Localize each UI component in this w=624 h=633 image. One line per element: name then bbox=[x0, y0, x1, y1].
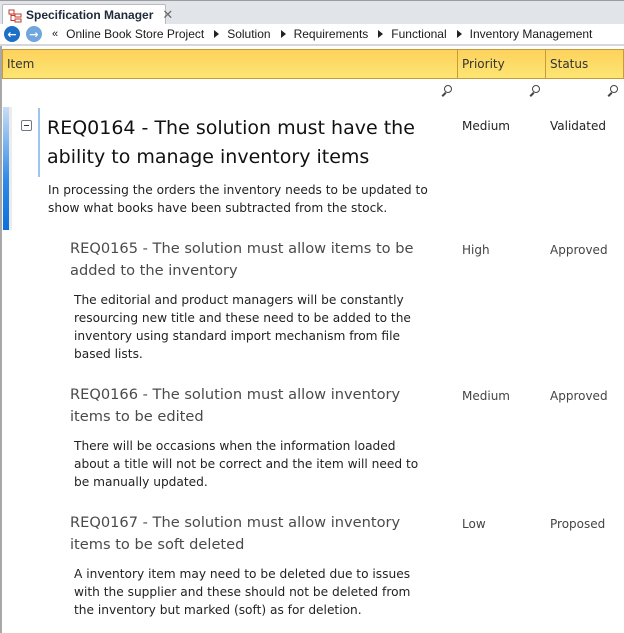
column-header-item[interactable]: Item bbox=[2, 50, 458, 78]
breadcrumb-item[interactable]: Functional bbox=[378, 27, 447, 41]
requirement-title[interactable]: REQ0164 - The solution must have the abi… bbox=[47, 114, 447, 172]
requirement-status[interactable]: Approved bbox=[550, 243, 608, 257]
column-header-status[interactable]: Status bbox=[546, 50, 624, 78]
tab-specification-manager[interactable]: Specification Manager ✕ bbox=[2, 4, 173, 25]
breadcrumb-label: Functional bbox=[391, 27, 447, 41]
requirement-description[interactable]: A inventory item may need to be deleted … bbox=[74, 565, 434, 619]
back-button[interactable]: ← bbox=[4, 26, 20, 42]
item-filter[interactable] bbox=[2, 80, 458, 102]
breadcrumb-item[interactable]: Online Book Store Project bbox=[66, 27, 204, 41]
collapse-toggle-icon[interactable] bbox=[21, 120, 32, 131]
requirement-priority[interactable]: Low bbox=[462, 517, 486, 531]
requirement-title[interactable]: REQ0166 - The solution must allow invent… bbox=[70, 384, 442, 428]
breadcrumb: « Online Book Store Project Solution Req… bbox=[52, 27, 602, 41]
breadcrumb-overflow-button[interactable]: « bbox=[52, 28, 58, 40]
navigation-bar: ← → « Online Book Store Project Solution… bbox=[0, 24, 624, 46]
breadcrumb-item[interactable]: Solution bbox=[214, 27, 271, 41]
requirement-priority[interactable]: High bbox=[462, 243, 490, 257]
requirement-priority[interactable]: Medium bbox=[462, 119, 510, 133]
column-header-priority[interactable]: Priority bbox=[458, 50, 546, 78]
breadcrumb-label: Online Book Store Project bbox=[66, 27, 205, 41]
breadcrumb-label: Requirements bbox=[293, 27, 369, 41]
breadcrumb-arrow-icon[interactable] bbox=[456, 30, 462, 38]
selection-indicator-shadow bbox=[9, 107, 12, 230]
requirement-title[interactable]: REQ0167 - The solution must allow invent… bbox=[70, 512, 442, 556]
breadcrumb-arrow-icon[interactable] bbox=[378, 30, 384, 38]
forward-button[interactable]: → bbox=[26, 26, 42, 42]
requirement-description[interactable]: In processing the orders the inventory n… bbox=[48, 181, 448, 217]
breadcrumb-item[interactable]: Inventory Management bbox=[456, 27, 593, 41]
priority-filter[interactable] bbox=[458, 80, 546, 102]
close-icon[interactable]: ✕ bbox=[162, 8, 173, 23]
search-icon[interactable] bbox=[608, 85, 618, 97]
document-tab-bar: Specification Manager ✕ bbox=[0, 0, 624, 25]
forward-arrow-icon: → bbox=[29, 27, 39, 41]
hierarchy-icon bbox=[8, 8, 22, 23]
filter-row bbox=[2, 80, 624, 102]
column-header-row: Item Priority Status bbox=[2, 49, 624, 79]
requirement-priority[interactable]: Medium bbox=[462, 389, 510, 403]
requirement-description[interactable]: There will be occasions when the informa… bbox=[74, 437, 434, 491]
requirement-status[interactable]: Approved bbox=[550, 389, 608, 403]
search-icon[interactable] bbox=[530, 85, 540, 97]
breadcrumb-item[interactable]: Requirements bbox=[280, 27, 369, 41]
breadcrumb-label: Solution bbox=[227, 27, 271, 41]
status-filter[interactable] bbox=[546, 80, 624, 102]
breadcrumb-label: Inventory Management bbox=[469, 27, 593, 41]
back-arrow-icon: ← bbox=[7, 27, 17, 41]
requirement-title[interactable]: REQ0165 - The solution must allow items … bbox=[70, 238, 442, 282]
requirement-status[interactable]: Validated bbox=[550, 119, 606, 133]
focus-line bbox=[38, 108, 40, 177]
breadcrumb-arrow-icon[interactable] bbox=[280, 30, 286, 38]
requirement-status[interactable]: Proposed bbox=[550, 517, 605, 531]
tab-title: Specification Manager bbox=[26, 8, 154, 22]
breadcrumb-arrow-icon[interactable] bbox=[214, 30, 220, 38]
requirement-description[interactable]: The editorial and product managers will … bbox=[74, 291, 434, 363]
search-icon[interactable] bbox=[442, 85, 452, 97]
